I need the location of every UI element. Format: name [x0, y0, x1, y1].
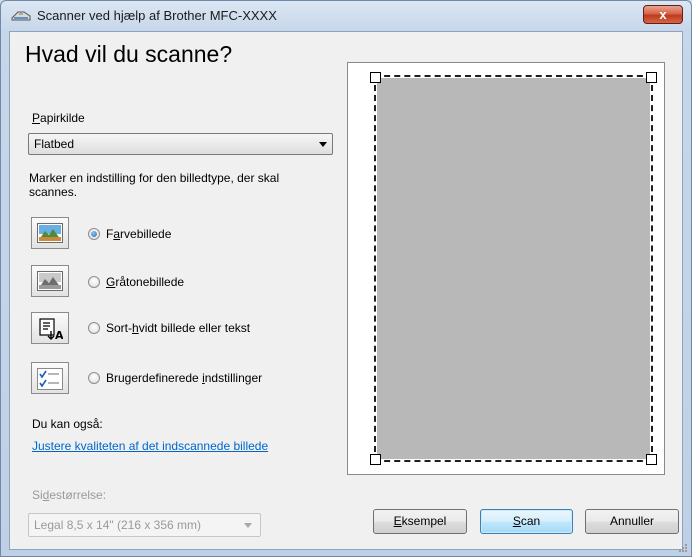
grayscale-picture-label[interactable]: Gråtonebillede [106, 275, 184, 289]
custom-settings-icon [37, 368, 63, 390]
page-size-value: Legal 8,5 x 14" (216 x 356 mm) [34, 518, 202, 532]
color-picture-button[interactable] [31, 217, 69, 249]
black-white-text-icon: A [39, 318, 63, 340]
adjust-quality-link[interactable]: Justere kvaliteten af det indscannede bi… [32, 439, 268, 453]
black-white-text-radio[interactable] [88, 322, 100, 334]
resize-handle-bottom-right[interactable] [646, 454, 657, 465]
page-size-label: Sidestørrelse: [32, 488, 107, 502]
resize-handle-top-right[interactable] [646, 72, 657, 83]
window-title: Scanner ved hjælp af Brother MFC-XXXX [37, 8, 277, 23]
black-white-text-label[interactable]: Sort-hvidt billede eller tekst [106, 321, 250, 335]
grayscale-picture-button[interactable] [31, 265, 69, 297]
page-size-select[interactable]: Legal 8,5 x 14" (216 x 356 mm) [28, 513, 261, 537]
black-white-text-button[interactable]: A [31, 312, 69, 344]
close-button[interactable]: x [643, 5, 683, 24]
chevron-down-icon [319, 142, 327, 147]
chevron-down-icon [244, 523, 252, 528]
color-picture-icon [37, 223, 63, 243]
custom-settings-button[interactable] [31, 362, 69, 394]
resize-grip-icon[interactable] [678, 543, 688, 553]
grayscale-picture-radio[interactable] [88, 276, 100, 288]
custom-settings-label[interactable]: Brugerdefinerede indstillinger [106, 371, 262, 385]
scanner-dialog: Scanner ved hjælp af Brother MFC-XXXX x … [0, 0, 692, 557]
also-label: Du kan også: [32, 417, 103, 431]
resize-handle-bottom-left[interactable] [370, 454, 381, 465]
svg-text:A: A [55, 329, 63, 340]
resize-handle-top-left[interactable] [370, 72, 381, 83]
color-picture-radio[interactable] [88, 228, 100, 240]
page-title: Hvad vil du scanne? [25, 41, 233, 67]
image-type-instruction: Marker en indstilling for den billedtype… [29, 171, 280, 199]
grayscale-picture-icon [37, 271, 63, 291]
color-picture-label[interactable]: Farvebillede [106, 227, 171, 241]
preview-button[interactable]: Eksempel [373, 509, 467, 534]
paper-source-label: Papirkilde [32, 111, 85, 125]
title-bar[interactable]: Scanner ved hjælp af Brother MFC-XXXX x [1, 1, 691, 31]
cancel-button[interactable]: Annuller [585, 509, 679, 534]
paper-source-select[interactable]: Flatbed [28, 133, 333, 155]
scanner-icon [11, 11, 31, 21]
scan-area-selection[interactable] [374, 75, 653, 462]
custom-settings-radio[interactable] [88, 372, 100, 384]
paper-source-value: Flatbed [34, 137, 75, 151]
scan-button[interactable]: Scan [480, 509, 573, 534]
